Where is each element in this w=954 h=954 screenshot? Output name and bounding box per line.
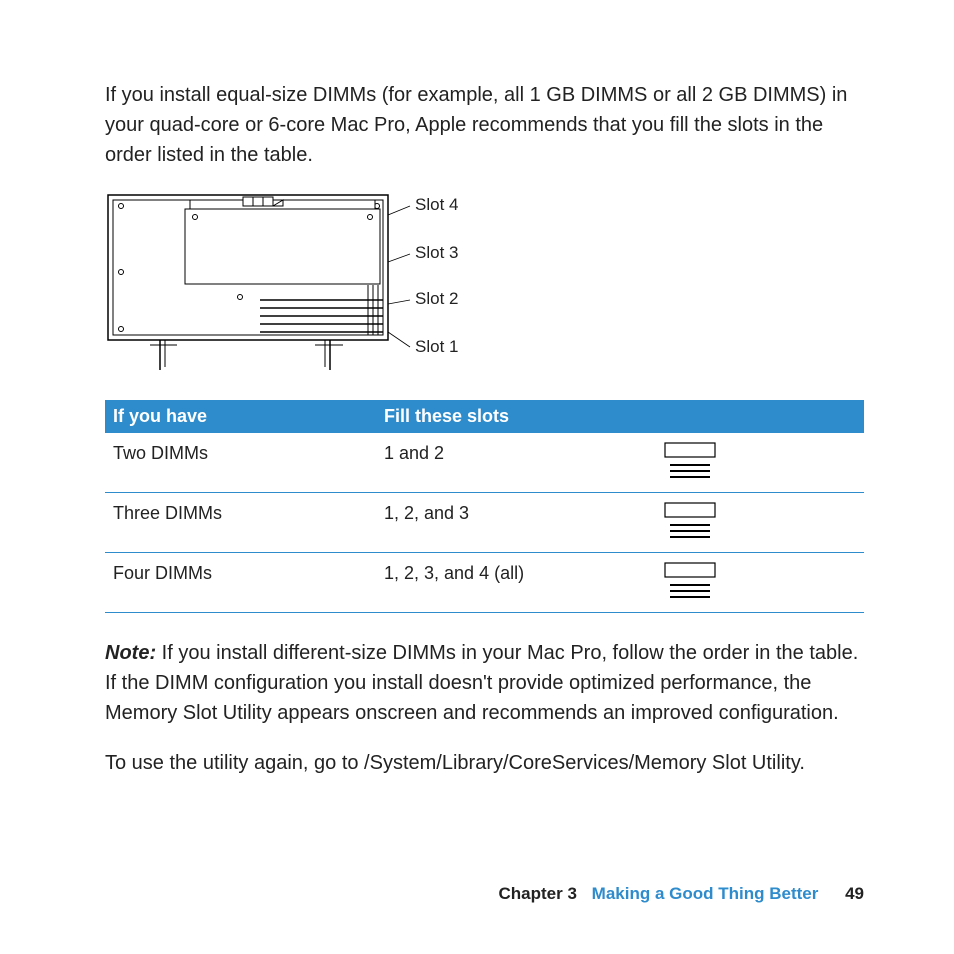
slot-mini-icon [660, 441, 720, 486]
table-row: Four DIMMs 1, 2, 3, and 4 (all) [105, 553, 864, 613]
utility-path: To use the utility again, go to /System/… [105, 748, 864, 778]
row3-col2: 1, 2, 3, and 4 (all) [376, 553, 642, 613]
footer-page-number: 49 [845, 884, 864, 903]
intro-paragraph: If you install equal-size DIMMs (for exa… [105, 80, 864, 170]
dimm-slot-table: If you have Fill these slots Two DIMMs 1… [105, 400, 864, 613]
table-row: Three DIMMs 1, 2, and 3 [105, 493, 864, 553]
mac-pro-diagram: Slot 4 Slot 3 Slot 2 Slot 1 [105, 192, 864, 382]
slot-label-2: Slot 2 [415, 289, 458, 308]
slot-label-4: Slot 4 [415, 195, 458, 214]
slot-mini-icon [660, 561, 720, 606]
slot-label-1: Slot 1 [415, 337, 458, 356]
slot-mini-icon [660, 501, 720, 546]
row3-col1: Four DIMMs [105, 553, 376, 613]
footer-chapter-title: Making a Good Thing Better [592, 884, 819, 903]
note-label: Note: [105, 642, 156, 664]
mac-pro-svg: Slot 4 Slot 3 Slot 2 Slot 1 [105, 192, 475, 382]
slot-label-3: Slot 3 [415, 243, 458, 262]
header-fill-these-slots: Fill these slots [376, 400, 642, 433]
table-header-row: If you have Fill these slots [105, 400, 864, 433]
table-row: Two DIMMs 1 and 2 [105, 433, 864, 493]
page: If you install equal-size DIMMs (for exa… [0, 0, 954, 954]
footer-chapter: Chapter 3 [499, 884, 577, 903]
row1-col1: Two DIMMs [105, 433, 376, 493]
row2-col2: 1, 2, and 3 [376, 493, 642, 553]
page-footer: Chapter 3 Making a Good Thing Better 49 [499, 884, 864, 904]
row2-col1: Three DIMMs [105, 493, 376, 553]
row1-col2: 1 and 2 [376, 433, 642, 493]
note-paragraph: Note: If you install different-size DIMM… [105, 638, 864, 728]
header-if-you-have: If you have [105, 400, 376, 433]
note-body: If you install different-size DIMMs in y… [105, 642, 858, 724]
